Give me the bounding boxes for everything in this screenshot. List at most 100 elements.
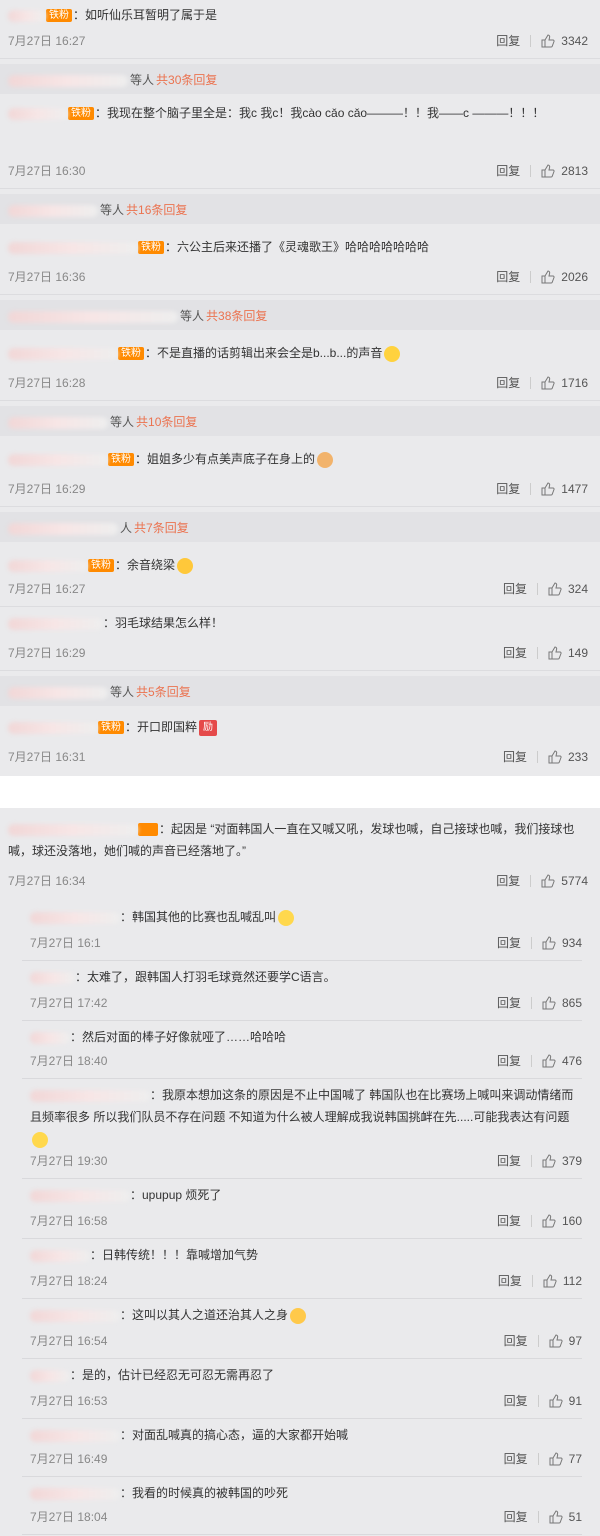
action-divider bbox=[537, 1334, 539, 1347]
reply-button[interactable]: 回复 bbox=[504, 1392, 528, 1409]
reply-button[interactable]: 回复 bbox=[496, 32, 520, 49]
reply-summary-bar[interactable]: 人共7条回复 bbox=[0, 512, 600, 542]
action-divider bbox=[530, 936, 532, 949]
comment-actions: 回复 934 bbox=[497, 934, 582, 951]
like-count: 934 bbox=[561, 935, 582, 950]
like-button[interactable]: 51 bbox=[549, 1510, 582, 1524]
comment-text: ：这叫以其人之道还治其人之身 bbox=[30, 1304, 582, 1326]
reply-summary-bar[interactable]: 等人 共16条回复 bbox=[0, 194, 600, 224]
reply-authors: 等人 bbox=[110, 415, 135, 429]
blurred-username bbox=[8, 204, 98, 217]
like-button[interactable]: 149 bbox=[548, 646, 588, 660]
reply-button[interactable]: 回复 bbox=[498, 1272, 522, 1289]
comment-text: ：日韩传统！！！靠喊增加气势 bbox=[30, 1244, 582, 1266]
sub-reply: ：韩国其他的比赛也乱喊乱叫 7月27日 16:1 回复 934 bbox=[10, 902, 582, 962]
like-count: 233 bbox=[567, 749, 588, 764]
blurred-username bbox=[8, 686, 108, 699]
like-button[interactable]: 5774 bbox=[541, 874, 588, 888]
like-button[interactable]: 77 bbox=[549, 1452, 582, 1466]
reply-button[interactable]: 回复 bbox=[503, 644, 527, 661]
comment-body: ：对面乱喊真的搞心态，逼的大家都开始喊 bbox=[120, 1428, 349, 1442]
fan-badge: 铁粉 bbox=[98, 721, 124, 735]
comment-actions: 回复 149 bbox=[503, 644, 588, 661]
reply-summary-bar[interactable]: 等人 共10条回复 bbox=[0, 406, 600, 436]
reply-button[interactable]: 回复 bbox=[496, 480, 520, 497]
like-count: 97 bbox=[568, 1333, 582, 1348]
reply-button[interactable]: 回复 bbox=[497, 1212, 521, 1229]
action-divider bbox=[530, 164, 532, 177]
like-button[interactable]: 3342 bbox=[541, 34, 588, 48]
reply-button[interactable]: 回复 bbox=[503, 748, 527, 765]
blurred-username bbox=[30, 1189, 130, 1202]
reply-summary-bar[interactable]: 等人 共30条回复 bbox=[0, 64, 600, 94]
reply-button[interactable]: 回复 bbox=[504, 1332, 528, 1349]
reply-count-link[interactable]: 共16条回复 bbox=[126, 203, 187, 217]
reply-button[interactable]: 回复 bbox=[497, 1052, 521, 1069]
like-button[interactable]: 379 bbox=[542, 1154, 582, 1168]
like-button[interactable]: 91 bbox=[549, 1394, 582, 1408]
reply-button[interactable]: 回复 bbox=[497, 994, 521, 1011]
divider bbox=[22, 1298, 582, 1299]
comment-body: ：日韩传统！！！靠喊增加气势 bbox=[90, 1248, 259, 1262]
reply-summary-text: 等人 共5条回复 bbox=[8, 683, 191, 700]
sub-reply: ：upupup 烦死了 7月27日 16:58 回复 160 bbox=[10, 1180, 582, 1240]
like-button[interactable]: 112 bbox=[543, 1274, 582, 1288]
comment-text: ：是的，估计已经忍无可忍无需再忍了 bbox=[30, 1364, 582, 1386]
blurred-username bbox=[30, 1369, 70, 1382]
comment-time: 7月27日 16:27 bbox=[8, 582, 86, 596]
comment-body: ：是的，估计已经忍无可忍无需再忍了 bbox=[70, 1368, 275, 1382]
reply-summary-bar[interactable]: 等人 共5条回复 bbox=[0, 676, 600, 706]
like-button[interactable]: 160 bbox=[542, 1214, 582, 1228]
action-divider bbox=[536, 646, 538, 659]
reply-summary-text: 等人 共16条回复 bbox=[8, 201, 187, 218]
divider bbox=[22, 1178, 582, 1179]
comment-time: 7月27日 18:24 bbox=[30, 1274, 108, 1288]
like-button[interactable]: 324 bbox=[548, 582, 588, 596]
reply-button[interactable]: 回复 bbox=[497, 1152, 521, 1169]
divider bbox=[22, 1358, 582, 1359]
comment-actions: 回复 865 bbox=[497, 994, 582, 1011]
like-button[interactable]: 1716 bbox=[541, 376, 588, 390]
reply-summary-bar[interactable]: 等人 共38条回复 bbox=[0, 300, 600, 330]
blurred-username bbox=[8, 74, 128, 87]
comment-body: ：不是直播的话剪辑出来会全是b...b...的声音 bbox=[145, 346, 383, 360]
comment-actions: 回复 160 bbox=[497, 1212, 582, 1229]
reply-button[interactable]: 回复 bbox=[504, 1450, 528, 1467]
comment-text: ：羽毛球结果怎么样！ bbox=[8, 612, 588, 634]
thumbs-up-icon bbox=[542, 1053, 556, 1067]
action-divider bbox=[530, 1054, 532, 1067]
like-button[interactable]: 2026 bbox=[541, 270, 588, 284]
reply-count-link[interactable]: 共30条回复 bbox=[156, 73, 217, 87]
like-button[interactable]: 97 bbox=[549, 1334, 582, 1348]
sub-reply: ：是的，估计已经忍无可忍无需再忍了 7月27日 16:53 回复 91 bbox=[10, 1360, 582, 1420]
reply-count-link[interactable]: 共10条回复 bbox=[136, 415, 197, 429]
comment-actions: 回复 2026 bbox=[496, 268, 588, 285]
reply-count-link[interactable]: 共5条回复 bbox=[136, 685, 191, 699]
reply-button[interactable]: 回复 bbox=[504, 1508, 528, 1525]
blurred-username bbox=[8, 241, 138, 254]
like-button[interactable]: 476 bbox=[542, 1054, 582, 1068]
reply-button[interactable]: 回复 bbox=[496, 374, 520, 391]
reply-button[interactable]: 回复 bbox=[503, 580, 527, 597]
like-button[interactable]: 2813 bbox=[541, 164, 588, 178]
comment-text: ：起因是 “对面韩国人一直在又喊又吼，发球也喊，自己接球也喊，我们接球也喊，球还… bbox=[8, 818, 588, 862]
reply-button[interactable]: 回复 bbox=[496, 872, 520, 889]
reply-button[interactable]: 回复 bbox=[497, 934, 521, 951]
like-button[interactable]: 865 bbox=[542, 996, 582, 1010]
reply-count-link[interactable]: 共38条回复 bbox=[206, 309, 267, 323]
thumbs-up-icon bbox=[548, 581, 562, 595]
reply-button[interactable]: 回复 bbox=[496, 268, 520, 285]
comment-body: ：然后对面的棒子好像就哑了……哈哈哈 bbox=[70, 1030, 287, 1044]
action-divider bbox=[537, 1394, 539, 1407]
thumbs-up-icon bbox=[541, 481, 555, 495]
reply-count-link[interactable]: 共7条回复 bbox=[134, 521, 189, 535]
reply-authors: 等人 bbox=[180, 309, 205, 323]
like-button[interactable]: 1477 bbox=[541, 482, 588, 496]
comment-text: ：韩国其他的比赛也乱喊乱叫 bbox=[30, 906, 582, 928]
like-button[interactable]: 233 bbox=[548, 750, 588, 764]
comment-text: ：upupup 烦死了 bbox=[30, 1184, 582, 1206]
reply-button[interactable]: 回复 bbox=[496, 162, 520, 179]
blurred-username bbox=[8, 617, 103, 630]
comment-time: 7月27日 17:42 bbox=[30, 996, 108, 1010]
like-button[interactable]: 934 bbox=[542, 936, 582, 950]
